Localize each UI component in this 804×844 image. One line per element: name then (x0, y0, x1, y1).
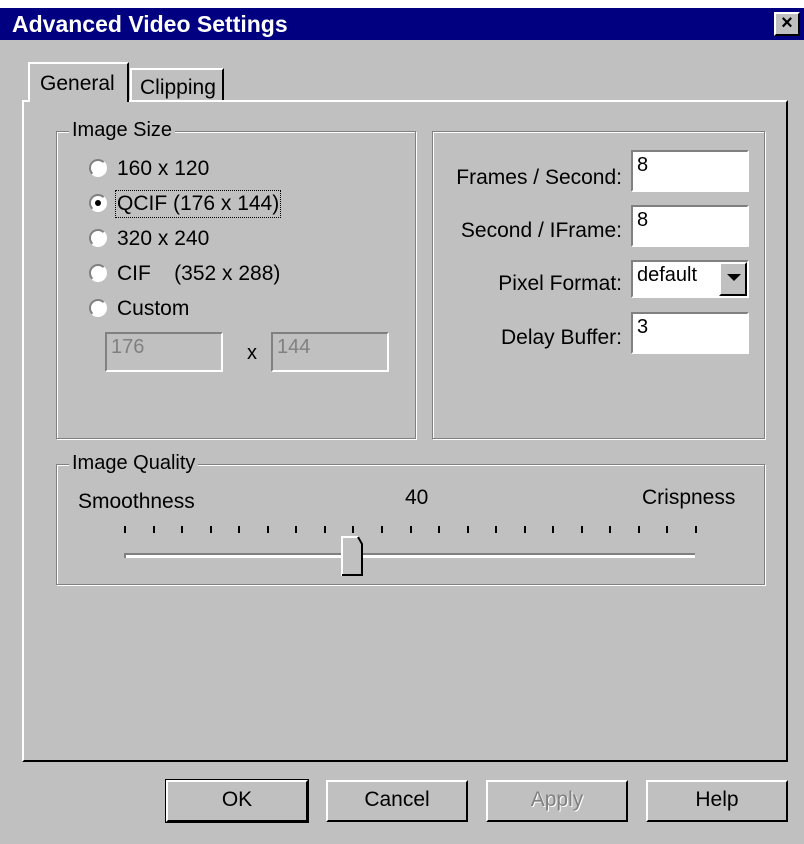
slider-tick (695, 526, 697, 533)
chevron-down-icon[interactable] (719, 262, 747, 296)
slider-tick (495, 526, 498, 533)
slider-tick (323, 526, 326, 533)
cancel-button[interactable]: Cancel (326, 780, 468, 822)
top-strip (0, 0, 804, 8)
tab-general-label: General (40, 72, 115, 95)
quality-value: 40 (405, 486, 429, 509)
slider-tick (409, 526, 412, 533)
tab-clipping-label: Clipping (140, 76, 216, 99)
custom-width-field[interactable]: 176 (105, 332, 223, 372)
slider-tick (580, 526, 583, 533)
custom-height-field[interactable]: 144 (271, 332, 389, 372)
window-title: Advanced Video Settings (12, 11, 288, 37)
radio-button-icon (89, 264, 107, 282)
apply-button[interactable]: Apply (486, 780, 628, 822)
slider-tick (523, 526, 526, 533)
titlebar: Advanced Video Settings (0, 8, 804, 40)
image-size-legend: Image Size (69, 119, 176, 142)
smoothness-label: Smoothness (78, 490, 195, 513)
custom-separator: x (247, 342, 257, 364)
slider-tick (552, 526, 555, 533)
slider-tick (466, 526, 469, 533)
radio-label-160x120: 160 x 120 (117, 157, 210, 180)
image-quality-legend: Image Quality (69, 452, 199, 475)
radio-button-selected-icon (89, 194, 107, 212)
tab-clipping[interactable]: Clipping (130, 68, 224, 102)
stream-settings-group: Frames / Second: 8 Second / IFrame: 8 Pi… (432, 131, 765, 439)
quality-slider-thumb[interactable] (341, 536, 364, 576)
radio-button-icon (89, 299, 107, 317)
slider-tick (637, 526, 640, 533)
close-icon: × (781, 12, 793, 34)
close-button[interactable]: × (774, 12, 800, 36)
slider-tick (295, 526, 298, 533)
delay-buffer-input[interactable]: 3 (631, 312, 749, 354)
pixel-format-value: default (637, 264, 698, 286)
slider-tick (238, 526, 241, 533)
radio-button-icon (89, 159, 107, 177)
slider-tick (152, 526, 155, 533)
slider-tick (352, 526, 355, 533)
radio-label-320x240: 320 x 240 (117, 227, 210, 250)
image-size-group: Image Size 160 x 120 QCIF (176 x 144) 32… (56, 119, 416, 439)
second-per-iframe-input[interactable]: 8 (631, 205, 749, 247)
slider-tick (666, 526, 669, 533)
radio-button-icon (89, 229, 107, 247)
slider-tick (609, 526, 612, 533)
slider-tick (380, 526, 383, 533)
pixel-format-label: Pixel Format: (498, 272, 622, 295)
slider-tick (124, 526, 126, 533)
crispness-label: Crispness (642, 486, 736, 509)
slider-tick (438, 526, 441, 533)
pixel-format-select[interactable]: default (631, 260, 749, 298)
delay-buffer-label: Delay Buffer: (500, 326, 622, 349)
slider-tick (266, 526, 269, 533)
quality-slider-track[interactable] (124, 553, 695, 558)
image-quality-group: Image Quality (56, 452, 765, 585)
frames-per-second-label: Frames / Second: (456, 166, 622, 189)
slider-tick (209, 526, 212, 533)
second-per-iframe-label: Second / IFrame: (460, 219, 622, 242)
radio-label-cif: CIF (352 x 288) (117, 262, 281, 285)
radio-label-qcif: QCIF (176 x 144) (114, 190, 282, 218)
slider-tick (181, 526, 184, 533)
help-button[interactable]: Help (646, 780, 788, 822)
frames-per-second-input[interactable]: 8 (631, 150, 749, 192)
tab-general[interactable]: General (28, 62, 129, 102)
radio-label-custom: Custom (117, 297, 190, 320)
ok-button[interactable]: OK (165, 779, 309, 823)
